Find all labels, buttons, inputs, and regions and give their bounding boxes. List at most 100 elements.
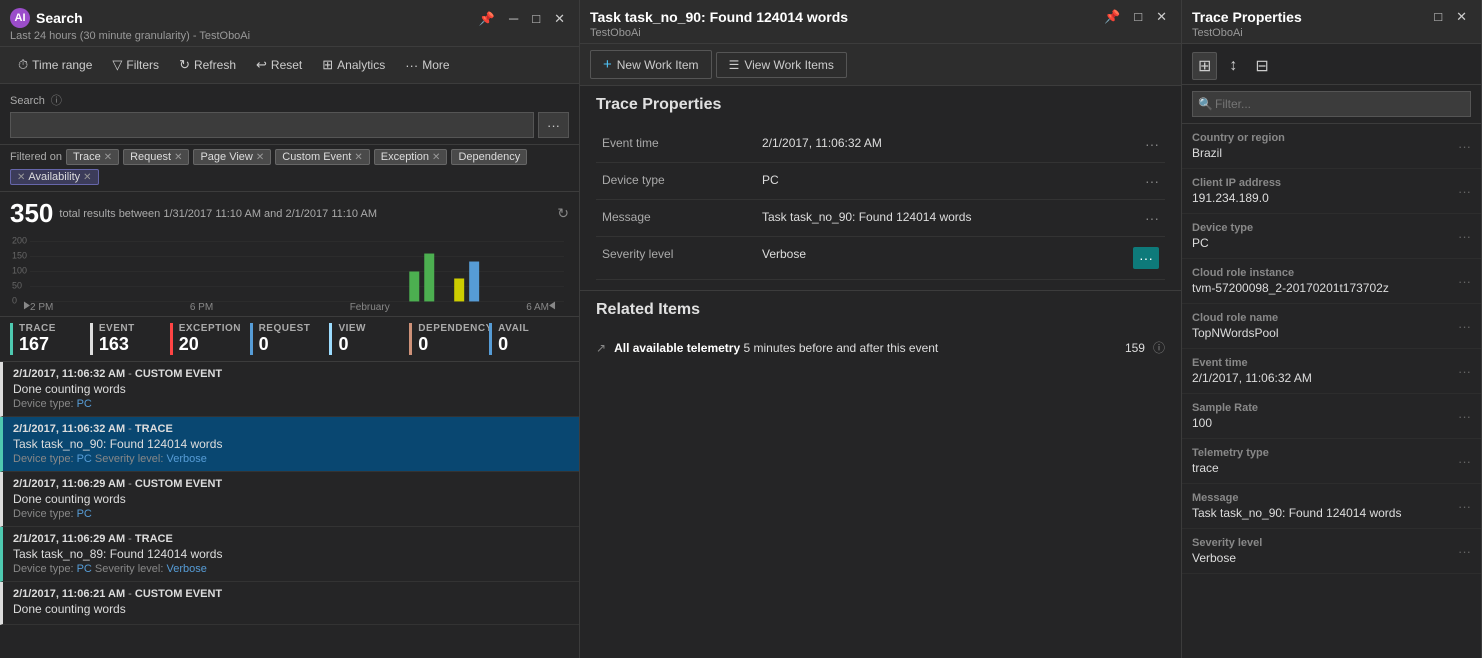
stat-trace: TRACE 167 — [10, 323, 90, 355]
prop-name-device-type: Device type — [596, 163, 756, 200]
reset-label: Reset — [271, 58, 302, 72]
prop-value-severity: Verbose — [756, 237, 1127, 280]
right-maximize-button[interactable]: □ — [1430, 8, 1446, 25]
reset-button[interactable]: ↩ Reset — [248, 53, 310, 77]
rprop-severity-level-more[interactable]: ··· — [1458, 544, 1471, 559]
right-grid-button[interactable]: ⊞ — [1192, 52, 1217, 80]
related-item-text[interactable]: All available telemetry 5 minutes before… — [614, 341, 1117, 355]
rprop-country-more[interactable]: ··· — [1458, 139, 1471, 154]
rprop-cloud-role-instance-more[interactable]: ··· — [1458, 274, 1471, 289]
list-icon: ☰ — [729, 58, 740, 72]
prop-row-device-type: Device type PC ··· — [596, 163, 1165, 200]
search-options-button[interactable]: ··· — [538, 112, 569, 138]
stat-dependency-value: 0 — [418, 334, 489, 355]
svg-text:150: 150 — [12, 251, 27, 261]
stat-trace-value: 167 — [19, 334, 90, 355]
rprop-event-time-more[interactable]: ··· — [1458, 364, 1471, 379]
filter-tag-dependency[interactable]: Dependency — [451, 149, 527, 165]
refresh-icon: ↻ — [179, 57, 190, 73]
svg-text:100: 100 — [12, 265, 27, 275]
rprop-cloud-role-name-more[interactable]: ··· — [1458, 319, 1471, 334]
search-input[interactable] — [10, 112, 534, 138]
filter-tag-pageview[interactable]: Page View ✕ — [193, 149, 271, 165]
right-filter-input[interactable] — [1192, 91, 1471, 117]
filter-tag-availability[interactable]: ✕ Availability ✕ — [10, 169, 99, 185]
filter-tag-availability-close2[interactable]: ✕ — [83, 172, 91, 183]
filter-tag-trace-label: Trace — [73, 151, 101, 163]
stat-event-label: EVENT — [99, 323, 170, 334]
rprop-severity-level: Severity level Verbose ··· — [1182, 529, 1481, 574]
pin-button[interactable]: 📌 — [475, 10, 499, 27]
filter-tag-pageview-close[interactable]: ✕ — [256, 152, 264, 163]
filter-input-icon: 🔍 — [1198, 97, 1213, 111]
filter-tag-trace[interactable]: Trace ✕ — [66, 149, 119, 165]
more-button[interactable]: ··· More — [397, 54, 457, 77]
filter-tag-trace-close[interactable]: ✕ — [104, 152, 112, 163]
prop-more-event-time[interactable]: ··· — [1145, 136, 1159, 152]
rprop-message-more[interactable]: ··· — [1458, 499, 1471, 514]
filter-tag-customevent[interactable]: Custom Event ✕ — [275, 149, 369, 165]
filter-tag-availability-close[interactable]: ✕ — [17, 172, 25, 183]
result-item-4[interactable]: 2/1/2017, 11:06:21 AM - CUSTOM EVENT Don… — [0, 582, 579, 625]
rprop-sample-rate-more[interactable]: ··· — [1458, 409, 1471, 424]
mid-toolbar: + New Work Item ☰ View Work Items — [580, 44, 1181, 86]
filter-tag-customevent-close[interactable]: ✕ — [354, 152, 362, 163]
prop-row-message: Message Task task_no_90: Found 124014 wo… — [596, 200, 1165, 237]
time-range-button[interactable]: ⏱ Time range — [10, 53, 100, 77]
prop-more-severity[interactable]: ··· — [1133, 247, 1159, 269]
view-work-items-button[interactable]: ☰ View Work Items — [716, 52, 847, 78]
right-table-button[interactable]: ⊟ — [1249, 52, 1274, 80]
result-item-2[interactable]: 2/1/2017, 11:06:29 AM - CUSTOM EVENT Don… — [0, 472, 579, 527]
refresh-label: Refresh — [194, 58, 236, 72]
filters-button[interactable]: ▽ Filters — [104, 53, 167, 77]
prop-row-severity: Severity level Verbose ··· — [596, 237, 1165, 280]
filter-tag-request[interactable]: Request ✕ — [123, 149, 189, 165]
mid-close-button[interactable]: ✕ — [1152, 8, 1171, 25]
result-item-3[interactable]: 2/1/2017, 11:06:29 AM - TRACE Task task_… — [0, 527, 579, 582]
rprop-telemetry-type-more[interactable]: ··· — [1458, 454, 1471, 469]
svg-text:0: 0 — [12, 295, 17, 305]
mid-maximize-button[interactable]: □ — [1130, 8, 1146, 25]
rprop-client-ip: Client IP address 191.234.189.0 ··· — [1182, 169, 1481, 214]
prop-value-event-time: 2/1/2017, 11:06:32 AM — [756, 126, 1127, 163]
stat-view-value: 0 — [338, 334, 409, 355]
rprop-telemetry-type-value: trace — [1192, 461, 1269, 475]
search-subtitle: Last 24 hours (30 minute granularity) - … — [10, 30, 569, 42]
stats-row: TRACE 167 EVENT 163 EXCEPTION 20 REQUEST… — [0, 316, 579, 362]
search-info-icon: ⓘ — [51, 95, 62, 107]
rprop-event-time-label: Event time — [1192, 357, 1312, 369]
rprop-severity-level-value: Verbose — [1192, 551, 1262, 565]
mid-pin-button[interactable]: 📌 — [1100, 8, 1124, 25]
minimize-button[interactable]: ─ — [505, 10, 522, 27]
prop-more-message[interactable]: ··· — [1145, 210, 1159, 226]
filter-tag-exception-close[interactable]: ✕ — [432, 152, 440, 163]
new-work-item-button[interactable]: + New Work Item — [590, 50, 712, 79]
rprop-message-value: Task task_no_90: Found 124014 words — [1192, 506, 1401, 520]
results-count: 350 — [10, 198, 53, 229]
result-date-0: 2/1/2017, 11:06:32 AM - CUSTOM EVENT — [13, 368, 569, 380]
result-meta-0: Device type: PC — [13, 398, 569, 410]
prop-more-device-type[interactable]: ··· — [1145, 173, 1159, 189]
stat-view: VIEW 0 — [329, 323, 409, 355]
right-filter-row: 🔍 — [1182, 85, 1481, 124]
rprop-cloud-role-name: Cloud role name TopNWordsPool ··· — [1182, 304, 1481, 349]
maximize-button[interactable]: □ — [528, 10, 544, 27]
stat-view-label: VIEW — [338, 323, 409, 334]
refresh-button[interactable]: ↻ Refresh — [171, 53, 244, 77]
analytics-button[interactable]: ⊞ Analytics — [314, 53, 393, 77]
right-close-button[interactable]: ✕ — [1452, 8, 1471, 25]
prop-name-event-time: Event time — [596, 126, 756, 163]
rprop-device-type-more[interactable]: ··· — [1458, 229, 1471, 244]
filter-tag-exception[interactable]: Exception ✕ — [374, 149, 448, 165]
right-list-button[interactable]: ↕ — [1223, 53, 1243, 79]
result-item-0[interactable]: 2/1/2017, 11:06:32 AM - CUSTOM EVENT Don… — [0, 362, 579, 417]
rprop-client-ip-more[interactable]: ··· — [1458, 184, 1471, 199]
filter-tag-request-close[interactable]: ✕ — [174, 152, 182, 163]
results-refresh-icon[interactable]: ↻ — [557, 205, 569, 222]
result-item-1[interactable]: 2/1/2017, 11:06:32 AM - TRACE Task task_… — [0, 417, 579, 472]
result-message-2: Done counting words — [13, 492, 569, 506]
search-title-text: Search — [36, 10, 83, 26]
chart-label-6am: 6 AM — [526, 302, 549, 313]
rprop-device-type-label: Device type — [1192, 222, 1253, 234]
close-button[interactable]: ✕ — [550, 10, 569, 27]
